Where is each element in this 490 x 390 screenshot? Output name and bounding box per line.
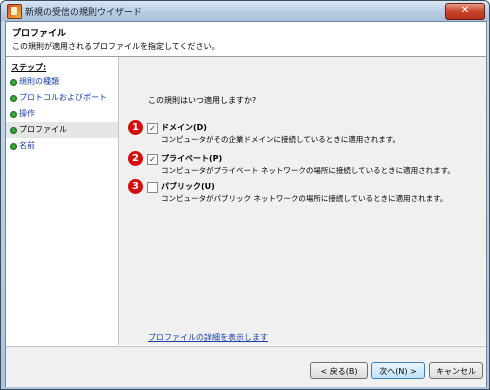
step-bullet-icon: [10, 143, 17, 150]
app-icon: [7, 4, 22, 19]
marker-3-icon: 3: [128, 179, 143, 194]
main-panel: この規則はいつ適用しますか? 1 ✓ ドメイン(D) コンピュータがその企業ドメ…: [119, 57, 486, 345]
step-label: プロトコルおよびポート: [19, 93, 107, 102]
profile-details-link[interactable]: プロファイルの詳細を表示します: [148, 332, 268, 343]
wizard-window: 新規の受信の規則ウイザード ✕ プロファイル この規則が適用されるプロファイルを…: [0, 0, 490, 390]
wizard-client: プロファイル この規則が適用されるプロファイルを指定してください。 ステップ: …: [5, 21, 487, 387]
profile-question: この規則はいつ適用しますか?: [148, 96, 257, 105]
option-domain: 1 ✓ ドメイン(D) コンピュータがその企業ドメインに接続しているときに適用さ…: [119, 119, 486, 149]
step-profile[interactable]: プロファイル: [6, 122, 118, 138]
public-description: コンピュータがパブリック ネットワークの場所に接続しているときに適用されます。: [161, 194, 448, 203]
step-protocol-ports[interactable]: プロトコルおよびポート: [6, 90, 118, 106]
step-bullet-icon: [10, 95, 17, 102]
close-button[interactable]: ✕: [445, 3, 485, 20]
step-rule-type[interactable]: 規則の種類: [6, 74, 118, 90]
step-label: プロファイル: [19, 125, 67, 134]
wizard-footer: < 戻る(B) 次へ(N) > キャンセル: [6, 346, 486, 387]
step-bullet-icon: [10, 79, 17, 86]
marker-1-icon: 1: [128, 120, 143, 135]
step-label: 操作: [19, 109, 35, 118]
private-label[interactable]: プライベート(P): [161, 153, 222, 164]
step-label: 規則の種類: [19, 77, 59, 86]
step-bullet-icon: [10, 127, 17, 134]
private-description: コンピュータがプライベート ネットワークの場所に接続しているときに適用されます。: [161, 166, 455, 175]
back-button[interactable]: < 戻る(B): [310, 362, 368, 379]
title-bar[interactable]: 新規の受信の規則ウイザード ✕: [1, 1, 489, 21]
private-checkbox[interactable]: ✓: [147, 154, 158, 165]
domain-checkbox[interactable]: ✓: [147, 123, 158, 134]
marker-2-icon: 2: [128, 151, 143, 166]
domain-description: コンピュータがその企業ドメインに接続しているときに適用されます。: [161, 135, 401, 144]
steps-panel: ステップ: 規則の種類 プロトコルおよびポート 操作 プロファイル 名前: [6, 57, 119, 345]
page-title: プロファイル: [12, 29, 67, 39]
domain-label[interactable]: ドメイン(D): [161, 122, 207, 133]
step-label: 名前: [19, 141, 35, 150]
page-description: この規則が適用されるプロファイルを指定してください。: [12, 42, 220, 51]
public-label[interactable]: パブリック(U): [161, 181, 215, 192]
public-checkbox[interactable]: [147, 182, 158, 193]
next-button[interactable]: 次へ(N) >: [371, 362, 425, 379]
cancel-button[interactable]: キャンセル: [429, 362, 483, 379]
option-public: 3 パブリック(U) コンピュータがパブリック ネットワークの場所に接続している…: [119, 178, 486, 208]
option-private: 2 ✓ プライベート(P) コンピュータがプライベート ネットワークの場所に接続…: [119, 150, 486, 180]
step-name[interactable]: 名前: [6, 138, 118, 154]
steps-list: 規則の種類 プロトコルおよびポート 操作 プロファイル 名前: [6, 74, 118, 154]
window-title: 新規の受信の規則ウイザード: [25, 8, 143, 18]
wizard-header: プロファイル この規則が適用されるプロファイルを指定してください。: [6, 22, 486, 57]
step-bullet-icon: [10, 111, 17, 118]
steps-heading: ステップ:: [11, 63, 47, 72]
step-action[interactable]: 操作: [6, 106, 118, 122]
